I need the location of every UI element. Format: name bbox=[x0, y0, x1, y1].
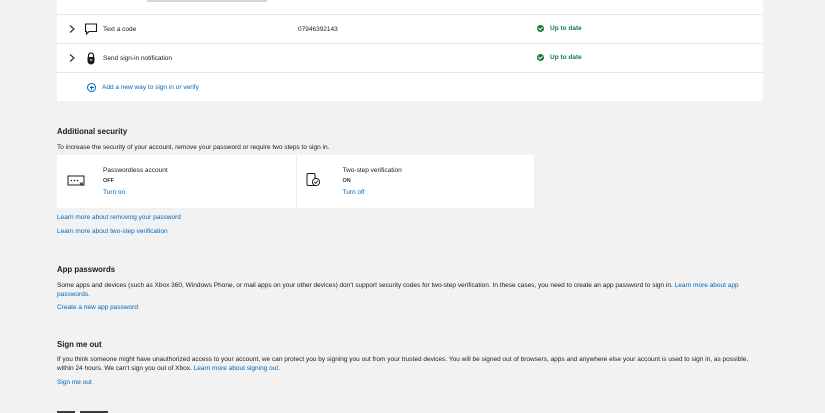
status-badge: Up to date bbox=[537, 54, 582, 61]
sign-me-out-link[interactable]: Sign me out bbox=[57, 379, 92, 386]
learn-signing-out-link[interactable]: Learn more about signing out. bbox=[194, 365, 280, 372]
status-badge: Up to date bbox=[537, 25, 582, 32]
chat-icon bbox=[84, 23, 98, 36]
passwordless-account-panel: Passwordless account OFF Turn on bbox=[57, 155, 296, 208]
passwordless-title: Passwordless account bbox=[103, 167, 168, 174]
app-passwords-description: Some apps and devices (such as Xbox 360,… bbox=[57, 281, 757, 299]
app-passwords-text: Some apps and devices (such as Xbox 360,… bbox=[57, 282, 673, 289]
app-passwords-title: App passwords bbox=[57, 265, 116, 274]
additional-security-title: Additional security bbox=[57, 127, 128, 136]
learn-two-step-link[interactable]: Learn more about two-step verification bbox=[57, 228, 168, 235]
two-step-title: Two-step verification bbox=[342, 167, 402, 174]
method-value: 07946392143 bbox=[298, 26, 338, 33]
status-text: Up to date bbox=[550, 54, 582, 61]
security-options-card: Passwordless account OFF Turn on Two-ste… bbox=[57, 155, 534, 208]
phone-check-icon bbox=[306, 173, 320, 187]
turn-on-passwordless-link[interactable]: Turn on bbox=[103, 189, 125, 196]
chevron-right-icon[interactable] bbox=[67, 53, 77, 63]
truncated-next-section-title bbox=[57, 407, 117, 413]
method-row-notification[interactable]: Send sign-in notification Up to date bbox=[57, 43, 763, 72]
divider bbox=[57, 72, 763, 73]
add-sign-in-method-label: Add a new way to sign in or verify bbox=[102, 84, 199, 91]
add-sign-in-method-link[interactable]: Add a new way to sign in or verify bbox=[87, 83, 199, 92]
lock-icon bbox=[87, 52, 95, 65]
additional-security-description: To increase the security of your account… bbox=[57, 144, 330, 151]
method-row-text-code[interactable]: Text a code 07946392143 Up to date bbox=[57, 14, 763, 43]
sign-in-methods-card: Text a code 07946392143 Up to date Send … bbox=[57, 0, 763, 101]
truncated-row-remnant bbox=[147, 0, 267, 2]
create-app-password-link[interactable]: Create a new app password bbox=[57, 304, 138, 311]
sign-me-out-title: Sign me out bbox=[57, 340, 102, 349]
two-step-state: ON bbox=[342, 178, 351, 184]
check-circle-icon bbox=[537, 54, 544, 61]
method-label: Send sign-in notification bbox=[103, 55, 173, 62]
password-icon bbox=[67, 175, 85, 186]
add-circle-icon bbox=[87, 83, 96, 92]
chevron-right-icon[interactable] bbox=[67, 24, 77, 34]
status-text: Up to date bbox=[550, 25, 582, 32]
learn-remove-password-link[interactable]: Learn more about removing your password bbox=[57, 214, 181, 221]
sign-me-out-description: If you think someone might have unauthor… bbox=[57, 355, 757, 373]
turn-off-two-step-link[interactable]: Turn off bbox=[343, 189, 365, 196]
method-label: Text a code bbox=[103, 26, 137, 33]
sign-me-out-text: If you think someone might have unauthor… bbox=[57, 356, 749, 372]
two-step-verification-panel: Two-step verification ON Turn off bbox=[295, 155, 535, 208]
passwordless-state: OFF bbox=[103, 178, 114, 184]
check-circle-icon bbox=[537, 25, 544, 32]
